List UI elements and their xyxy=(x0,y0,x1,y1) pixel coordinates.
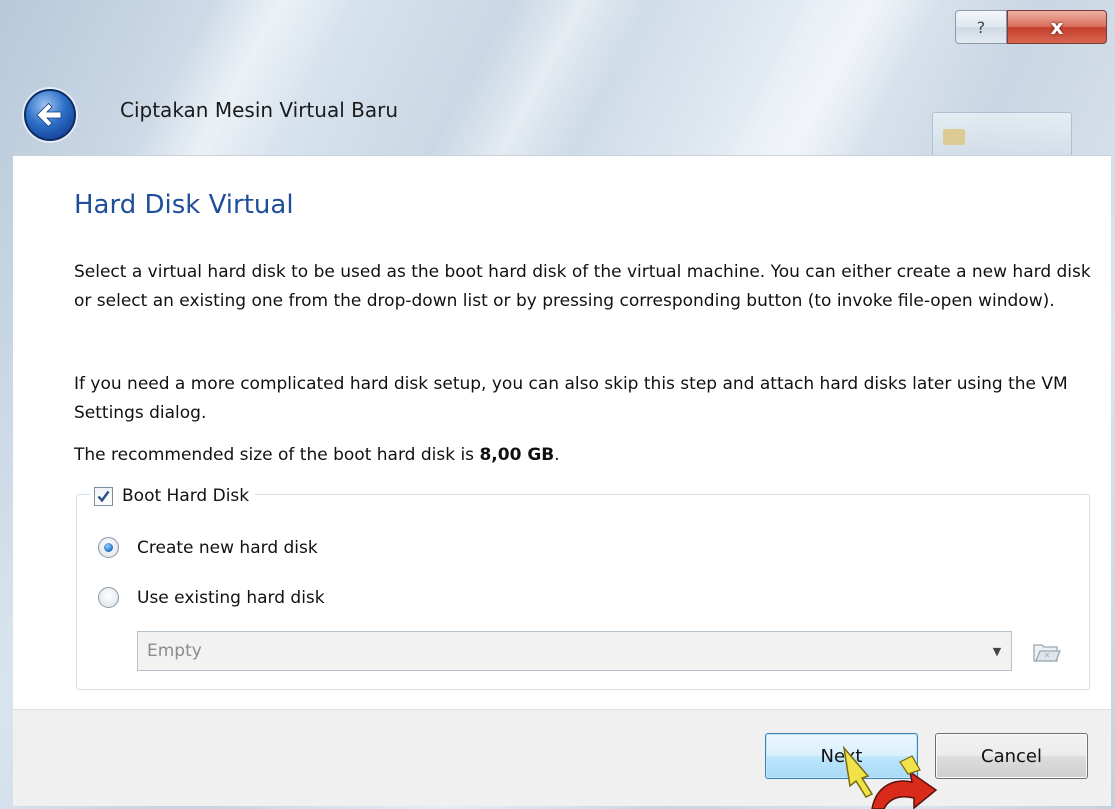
help-button[interactable]: ? xyxy=(955,10,1007,44)
page-title: Hard Disk Virtual xyxy=(74,190,294,220)
back-button[interactable] xyxy=(24,89,76,141)
close-icon: x xyxy=(1050,15,1064,39)
glass-reflection xyxy=(427,0,653,160)
checkmark-icon xyxy=(97,490,110,502)
folder-icon xyxy=(943,129,965,145)
boot-hard-disk-checkbox[interactable] xyxy=(94,486,113,506)
glass-reflection xyxy=(127,0,353,160)
cancel-button[interactable]: Cancel xyxy=(935,733,1088,779)
boot-hard-disk-label: Boot Hard Disk xyxy=(122,486,250,506)
folder-browse-icon xyxy=(1033,644,1061,662)
help-icon: ? xyxy=(976,17,986,37)
recommended-size-prefix: The recommended size of the boot hard di… xyxy=(74,445,480,465)
use-existing-disk-label: Use existing hard disk xyxy=(137,587,325,608)
boot-hard-disk-checkbox-row[interactable]: Boot Hard Disk xyxy=(90,482,256,510)
pointer-highlight-icon xyxy=(842,745,938,809)
recommended-size-text: The recommended size of the boot hard di… xyxy=(74,441,1094,470)
existing-disk-dropdown[interactable]: Empty ▼ xyxy=(137,631,1012,671)
back-arrow-icon xyxy=(36,102,62,128)
close-button[interactable]: x xyxy=(1007,10,1107,44)
advanced-setup-paragraph: If you need a more complicated hard disk… xyxy=(74,374,1068,423)
browse-disk-button[interactable] xyxy=(1031,636,1061,666)
window-title: Ciptakan Mesin Virtual Baru xyxy=(120,98,398,122)
create-new-disk-radio[interactable] xyxy=(98,537,119,558)
recommended-size-suffix: . xyxy=(554,445,560,465)
recommended-size-value: 8,00 GB xyxy=(479,445,555,465)
chevron-down-icon[interactable]: ▼ xyxy=(983,632,1011,670)
description-paragraph: Select a virtual hard disk to be used as… xyxy=(74,262,1091,311)
glass-reflection xyxy=(717,0,943,160)
existing-disk-value: Empty xyxy=(147,641,202,661)
background-window-button xyxy=(932,112,1072,158)
use-existing-disk-radio[interactable] xyxy=(98,587,119,608)
create-new-disk-label: Create new hard disk xyxy=(137,537,318,558)
use-existing-disk-option[interactable]: Use existing hard disk xyxy=(98,587,325,608)
create-new-disk-option[interactable]: Create new hard disk xyxy=(98,537,318,558)
